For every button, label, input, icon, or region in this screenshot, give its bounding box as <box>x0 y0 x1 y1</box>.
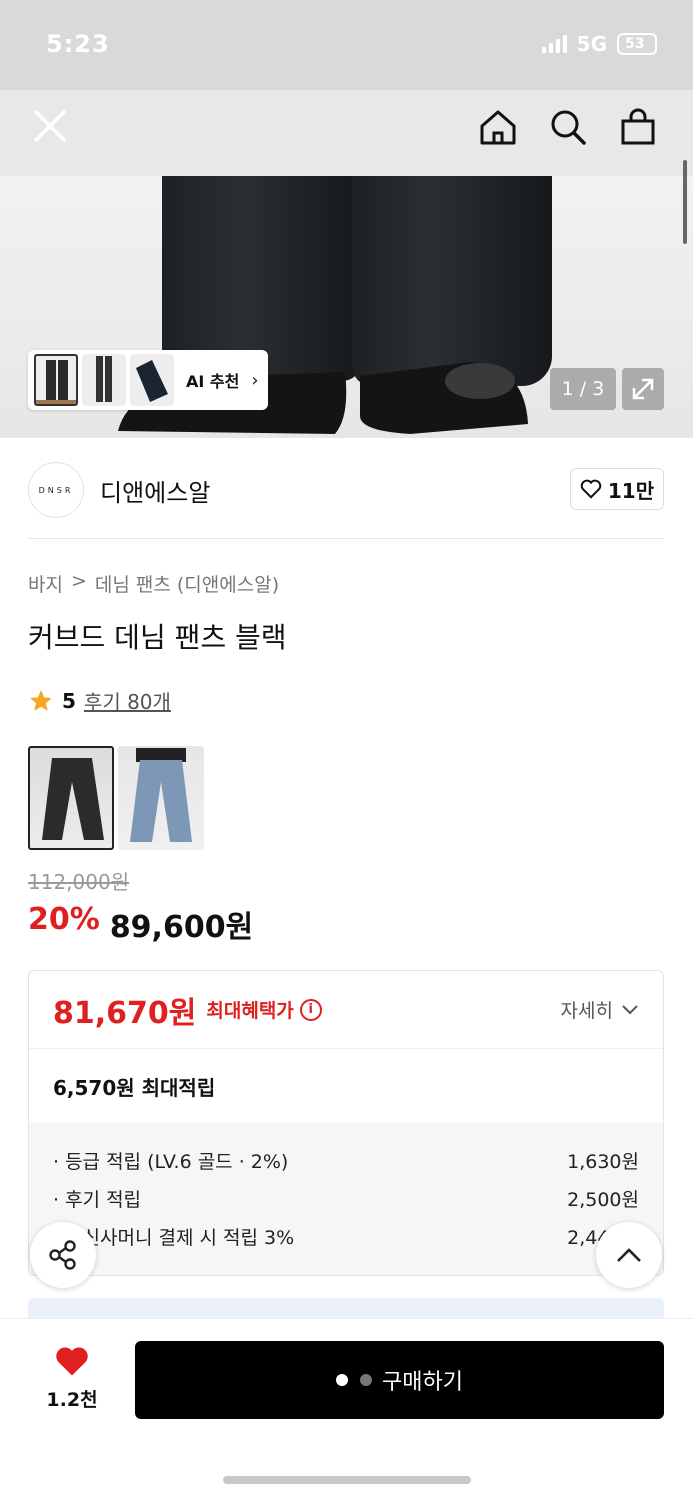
signal-icon <box>541 35 567 53</box>
rating-score: 5 <box>62 688 76 713</box>
loading-dots <box>336 1374 373 1386</box>
max-benefit-text: 최대혜택가 <box>206 1000 294 1022</box>
scroll-top-button[interactable] <box>596 1222 662 1288</box>
battery-level: 53 <box>625 36 645 52</box>
points-label: · 후기 적립 <box>53 1188 142 1211</box>
max-benefit-price: 81,670원 <box>53 995 197 1031</box>
points-row: · 무신사머니 결제 시 적립 3% 2,440원 <box>53 1217 639 1255</box>
share-button[interactable] <box>30 1222 96 1288</box>
brand-name[interactable]: 디앤에스알 <box>100 473 210 508</box>
breadcrumb-subcategory[interactable]: 데님 팬츠 (디앤에스알) <box>95 570 279 597</box>
ai-recommend-button[interactable]: AI 추천 › <box>28 350 268 410</box>
discount-rate: 20% <box>28 902 100 937</box>
star-icon <box>30 689 52 711</box>
breadcrumb-separator: > <box>70 570 87 592</box>
wish-button[interactable]: 1.2천 <box>30 1345 114 1412</box>
scroll-indicator <box>683 160 687 244</box>
network-label: 5G <box>576 32 607 56</box>
product-title: 커브드 데님 팬츠 블랙 <box>28 621 287 654</box>
points-breakdown: · 등급 적립 (LV.6 골드 · 2%) 1,630원 · 후기 적립 2,… <box>29 1123 663 1275</box>
info-icon[interactable]: i <box>299 998 322 1021</box>
ai-thumb-3 <box>130 354 174 406</box>
points-value: 2,500원 <box>567 1188 639 1211</box>
buy-button[interactable]: 구매하기 <box>135 1341 664 1419</box>
variant-black[interactable] <box>28 746 114 850</box>
breadcrumb: 바지 > 데님 팬츠 (디앤에스알) <box>28 570 279 597</box>
max-points: 6,570원 최대적립 <box>53 1075 216 1100</box>
sale-price: 89,600원 <box>109 910 254 945</box>
details-toggle[interactable]: 자세히 <box>561 996 639 1023</box>
price-row: 20% 89,600원 <box>28 902 253 946</box>
shopping-bag-icon[interactable] <box>617 106 659 148</box>
heart-outline-icon <box>580 479 602 499</box>
status-time: 5:23 <box>46 30 110 58</box>
status-indicators: 5G 53 <box>541 32 657 56</box>
ai-thumb-1 <box>34 354 78 406</box>
buy-label: 구매하기 <box>382 1370 463 1395</box>
benefit-box: 81,670원 최대혜택가 i 자세히 6,570원 최대적립 · 등급 적립 … <box>28 970 664 1276</box>
details-label: 자세히 <box>560 1000 613 1022</box>
brand-like-count: 11만 <box>607 478 655 503</box>
max-benefit-row[interactable]: 81,670원 최대혜택가 i 자세히 <box>29 971 663 1049</box>
review-link[interactable]: 후기 80개 <box>84 686 171 715</box>
heart-filled-icon <box>56 1347 88 1376</box>
search-icon[interactable] <box>547 106 589 148</box>
ai-recommend-label: AI 추천 <box>186 372 240 391</box>
points-value: 1,630원 <box>567 1150 639 1173</box>
nav-actions <box>477 106 659 148</box>
divider <box>28 538 664 539</box>
brand-logo[interactable]: DNSR <box>28 462 84 518</box>
share-icon <box>49 1240 76 1270</box>
brand-row[interactable]: DNSR 디앤에스알 11만 <box>28 460 664 520</box>
home-icon[interactable] <box>477 106 519 148</box>
color-variants <box>28 746 204 850</box>
variant-blue[interactable] <box>118 746 204 850</box>
chevron-down-icon <box>622 1004 638 1014</box>
points-row: · 등급 적립 (LV.6 골드 · 2%) 1,630원 <box>53 1141 639 1179</box>
max-benefit-label: 최대혜택가 i <box>206 996 322 1023</box>
chevron-up-icon <box>617 1248 641 1262</box>
chevron-right-icon: › <box>251 369 259 391</box>
top-nav-bar <box>0 90 693 176</box>
brand-like-button[interactable]: 11만 <box>570 468 664 510</box>
points-label: · 등급 적립 (LV.6 골드 · 2%) <box>53 1150 289 1173</box>
battery-icon: 53 <box>617 33 657 55</box>
close-icon[interactable] <box>28 104 72 148</box>
ai-thumb-2 <box>82 354 126 406</box>
breadcrumb-category[interactable]: 바지 <box>28 570 63 597</box>
wish-count: 1.2천 <box>46 1389 98 1411</box>
expand-icon[interactable] <box>622 368 664 410</box>
image-page-indicator: 1 / 3 <box>550 368 616 410</box>
points-row: · 후기 적립 2,500원 <box>53 1179 639 1217</box>
rating-row: 5 후기 80개 <box>28 686 171 715</box>
home-indicator[interactable] <box>223 1476 471 1484</box>
bottom-action-bar: 1.2천 구매하기 <box>0 1318 693 1500</box>
status-bar: 5:23 5G 53 <box>0 0 693 90</box>
original-price: 112,000원 <box>28 870 130 894</box>
